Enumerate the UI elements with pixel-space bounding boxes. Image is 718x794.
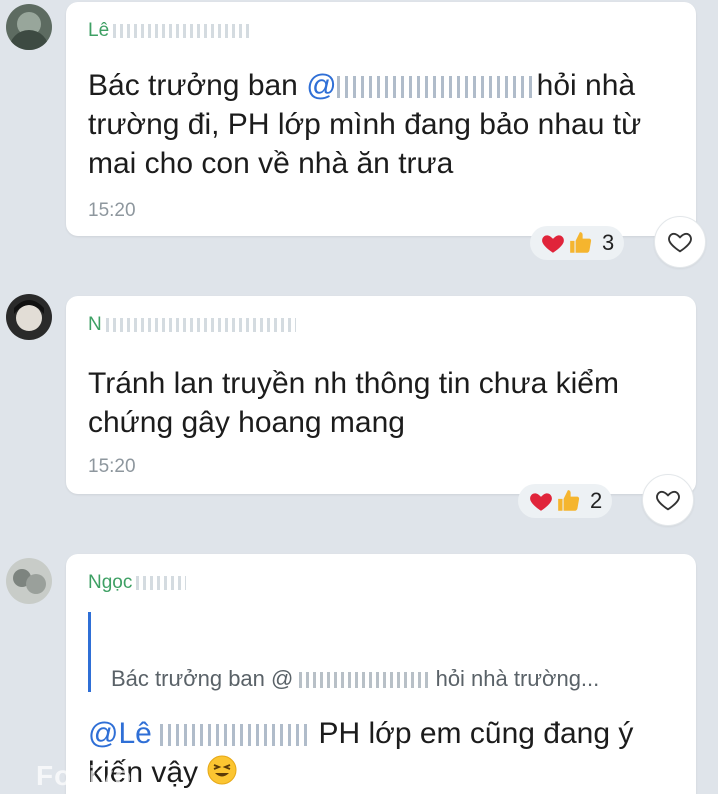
message-2: N Tránh lan truyền nh thông tin chưa kiể… [0,290,718,540]
sender-name: Lê [88,20,254,42]
message-bubble[interactable]: Lê Bác trưởng ban @ hỏi nhà trường đi, PH… [66,2,696,236]
like-button[interactable] [654,216,706,268]
mention-link[interactable]: @ [306,69,537,102]
like-button[interactable] [642,474,694,526]
avatar[interactable] [6,294,52,340]
avatar[interactable] [6,558,52,604]
quoted-text: Bác trưởng ban @ hỏi nhà trường... [111,666,600,691]
avatar[interactable] [6,4,52,50]
heart-outline-icon [656,490,680,511]
reaction-count: 3 [602,230,615,255]
thumbs-up-icon [558,490,580,511]
message-bubble[interactable]: Ngọc Bác trưởng ban @ hỏi nhà trường... … [66,554,696,794]
heart-icon [530,493,552,511]
message-time: 15:20 [88,456,136,477]
mention-link[interactable]: @Lê [88,717,311,750]
heart-icon [542,235,564,253]
reactions-summary[interactable]: 3 [530,226,625,260]
message-time: 15:20 [88,200,136,221]
reactions-summary[interactable]: 2 [518,484,613,518]
grinning-squint-face-icon [207,755,237,785]
sender-name: N [88,314,296,336]
message-text: Bác trưởng ban @ hỏi nhà trường đi, PH lớ… [88,69,642,180]
heart-outline-icon [668,232,692,253]
message-3: Ngọc Bác trưởng ban @ hỏi nhà trường... … [0,550,718,794]
quoted-message[interactable]: Bác trưởng ban @ hỏi nhà trường... [88,612,676,692]
reaction-count: 2 [590,488,603,513]
watermark: Fovivo [36,760,133,791]
message-text: @Lê PH lớp em cũng đang ý kiến vậy [88,717,634,789]
thumbs-up-icon [570,232,592,253]
sender-name: Ngọc [88,572,187,594]
message-text: Tránh lan truyền nh thông tin chưa kiểm … [88,367,619,439]
message-bubble[interactable]: N Tránh lan truyền nh thông tin chưa kiể… [66,296,696,494]
message-1: Lê Bác trưởng ban @ hỏi nhà trường đi, PH… [0,0,718,270]
